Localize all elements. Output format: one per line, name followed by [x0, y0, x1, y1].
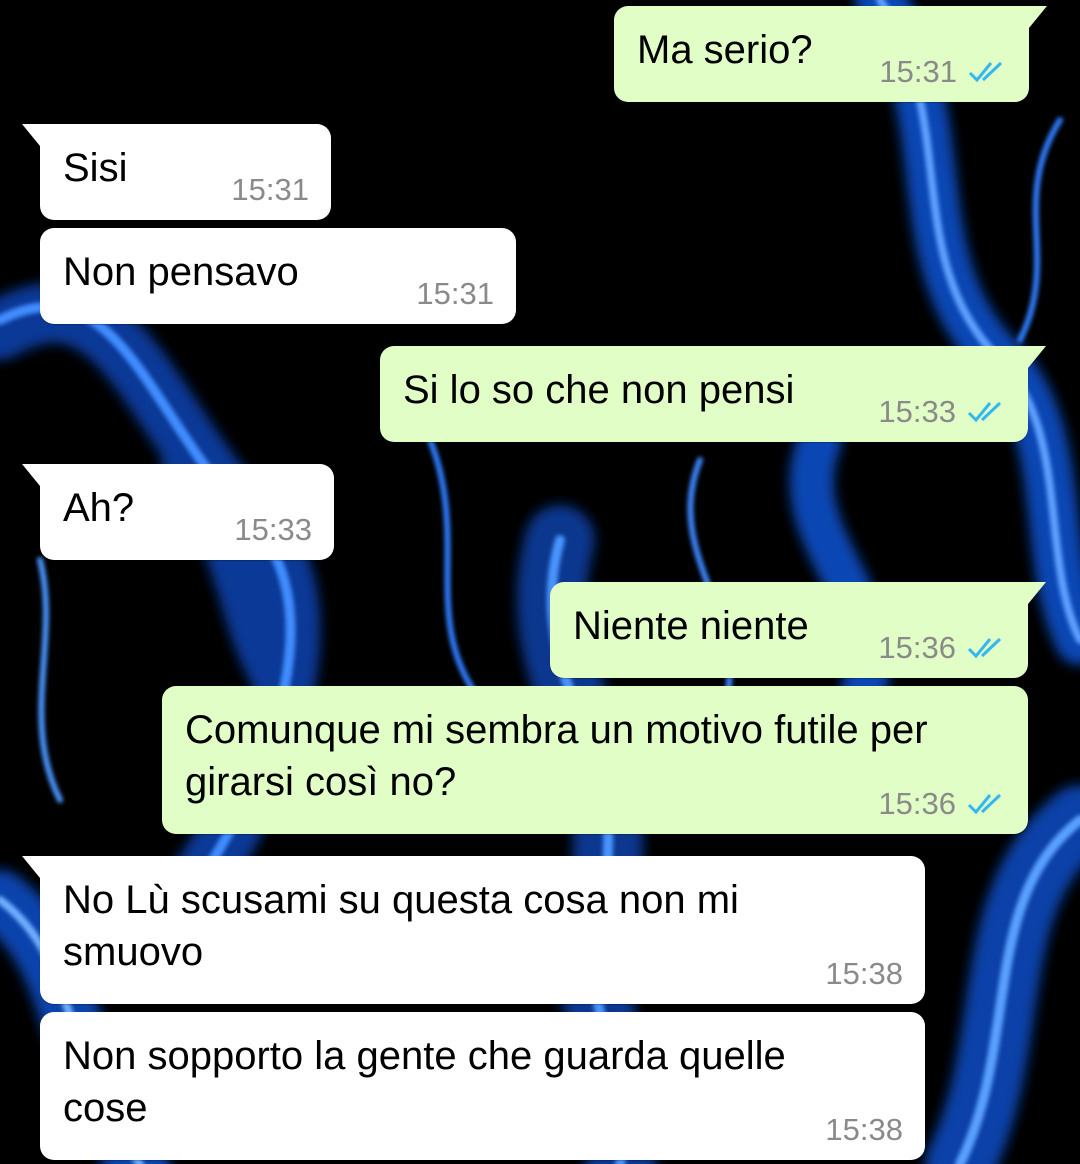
message-meta: 15:31 — [231, 174, 309, 206]
double-check-icon — [967, 793, 1002, 815]
message-bubble-incoming[interactable]: No Lù scusami su questa cosa non mi smuo… — [22, 856, 925, 1004]
message-timestamp: 15:31 — [416, 276, 494, 311]
double-check-icon — [968, 61, 1003, 83]
message-meta: 15:31 — [879, 56, 1007, 88]
message-bubble-incoming[interactable]: Non sopporto la gente che guarda quelle … — [40, 1012, 925, 1160]
message-timestamp: 15:33 — [234, 512, 312, 547]
message-meta: 15:33 — [878, 396, 1006, 428]
message-meta: 15:33 — [234, 514, 312, 546]
message-text: Non sopporto la gente che guarda quelle … — [63, 1034, 797, 1130]
message-bubble-outgoing[interactable]: Ma serio? 15:31 — [614, 6, 1047, 102]
message-meta: 15:38 — [825, 1114, 903, 1146]
message-timestamp: 15:38 — [825, 1112, 903, 1147]
message-bubble-incoming[interactable]: Non pensavo 15:31 — [40, 228, 516, 324]
message-timestamp: 15:33 — [878, 394, 956, 429]
double-check-icon — [967, 637, 1002, 659]
message-meta: 15:38 — [825, 958, 903, 990]
message-list: Ma serio? 15:31 Sisi 15:31 Non pensavo 1… — [0, 0, 1080, 1164]
message-bubble-incoming[interactable]: Ah? 15:33 — [22, 464, 334, 560]
message-timestamp: 15:36 — [878, 630, 956, 665]
message-timestamp: 15:31 — [879, 54, 957, 89]
message-timestamp: 15:36 — [878, 786, 956, 821]
message-bubble-incoming[interactable]: Sisi 15:31 — [22, 124, 331, 220]
message-bubble-outgoing[interactable]: Niente niente 15:36 — [550, 582, 1046, 678]
message-text: No Lù scusami su questa cosa non mi smuo… — [63, 878, 751, 974]
message-timestamp: 15:38 — [825, 956, 903, 991]
message-meta: 15:31 — [416, 278, 494, 310]
message-timestamp: 15:31 — [231, 172, 309, 207]
double-check-icon — [967, 401, 1002, 423]
message-bubble-outgoing[interactable]: Comunque mi sembra un motivo futile per … — [162, 686, 1028, 834]
message-meta: 15:36 — [878, 632, 1006, 664]
message-meta: 15:36 — [878, 788, 1006, 820]
message-bubble-outgoing[interactable]: Si lo so che non pensi 15:33 — [380, 346, 1046, 442]
